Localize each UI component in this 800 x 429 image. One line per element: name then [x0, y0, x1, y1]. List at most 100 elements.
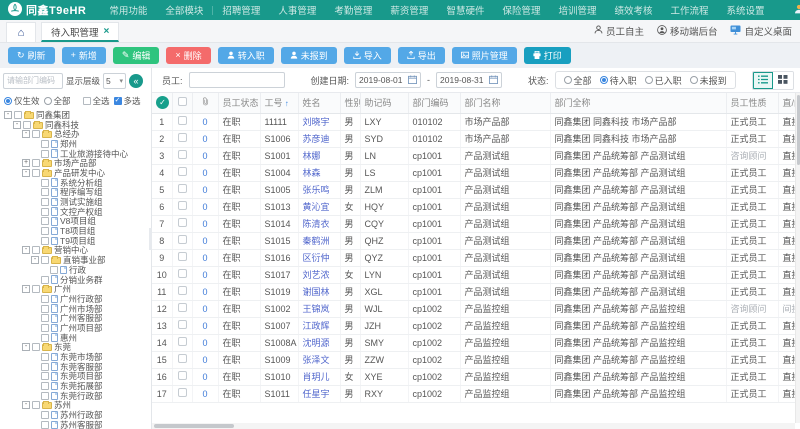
radio-icon[interactable]: [600, 76, 608, 84]
employee-name-link[interactable]: 秦鹤洲: [303, 236, 330, 246]
tree-checkbox[interactable]: [41, 295, 49, 303]
tree-checkbox[interactable]: [23, 121, 31, 129]
collapse-icon[interactable]: -: [22, 401, 30, 409]
attachment-count-link[interactable]: 0: [202, 372, 207, 382]
attachment-count-link[interactable]: 0: [202, 287, 207, 297]
nav-item-11[interactable]: 工作流程: [662, 3, 718, 17]
attachment-count-link[interactable]: 0: [202, 185, 207, 195]
attachment-count-link[interactable]: 0: [202, 338, 207, 348]
employee-name-link[interactable]: 任星宇: [303, 389, 330, 399]
attachment-count-link[interactable]: 0: [202, 253, 207, 263]
collapse-sidebar-button[interactable]: «: [129, 74, 143, 88]
tree-checkbox[interactable]: [41, 217, 49, 225]
nav-item-4[interactable]: 人事管理: [269, 3, 325, 17]
nav-item-10[interactable]: 绩效考核: [605, 3, 661, 17]
row-checkbox[interactable]: [178, 371, 187, 380]
mode-option-多选[interactable]: ✓多选: [114, 95, 141, 107]
attachment-count-link[interactable]: 0: [202, 168, 207, 178]
department-code-input[interactable]: [3, 73, 63, 89]
tree-checkbox[interactable]: [32, 130, 40, 138]
row-checkbox[interactable]: [178, 167, 187, 176]
tree-checkbox[interactable]: [41, 237, 49, 245]
row-checkbox[interactable]: [178, 286, 187, 295]
column-header-助记码[interactable]: 助记码: [360, 93, 408, 113]
column-header-员工状态[interactable]: 员工状态: [218, 93, 260, 113]
tree-checkbox[interactable]: [32, 343, 40, 351]
employee-name-link[interactable]: 黄沁宜: [303, 202, 330, 212]
attachment-count-link[interactable]: 0: [202, 270, 207, 280]
tree-node-分销业务群[interactable]: 分销业务群: [4, 275, 151, 285]
checkbox-icon[interactable]: ✓: [114, 97, 122, 105]
tree-checkbox[interactable]: [14, 111, 22, 119]
horizontal-scrollbar-thumb[interactable]: [154, 424, 234, 428]
row-checkbox[interactable]: [178, 354, 187, 363]
tree-checkbox[interactable]: [41, 227, 49, 235]
column-header-员工性质[interactable]: 员工性质: [726, 93, 778, 113]
employee-name-link[interactable]: 林森: [303, 168, 321, 178]
employee-name-link[interactable]: 沈明源: [303, 338, 330, 348]
radio-icon[interactable]: [690, 76, 698, 84]
horizontal-scrollbar[interactable]: [152, 423, 795, 429]
checkbox-icon[interactable]: [83, 97, 91, 105]
status-option-未报到[interactable]: 未报到: [690, 74, 727, 87]
collapse-icon[interactable]: -: [22, 130, 30, 138]
quick-link-2[interactable]: 移动端后台: [657, 24, 718, 38]
close-icon[interactable]: ×: [104, 26, 110, 37]
tree-checkbox[interactable]: [41, 353, 49, 361]
刷新-button[interactable]: ↻刷新: [8, 47, 55, 64]
column-header-部门编码[interactable]: 部门编码: [408, 93, 460, 113]
tree-checkbox[interactable]: [32, 169, 40, 177]
scope-option-全部[interactable]: 全部: [44, 95, 71, 107]
attachment-count-link[interactable]: 0: [202, 151, 207, 161]
attachment-count-link[interactable]: 0: [202, 202, 207, 212]
tree-checkbox[interactable]: [41, 305, 49, 313]
row-checkbox[interactable]: [178, 337, 187, 346]
nav-item-12[interactable]: 系统设置: [718, 3, 774, 17]
grid-view-button[interactable]: [773, 72, 793, 89]
vertical-scrollbar[interactable]: [795, 93, 800, 423]
tree-checkbox[interactable]: [41, 150, 49, 158]
select-all-button[interactable]: ✓: [156, 96, 169, 109]
nav-item-5[interactable]: 考勤管理: [325, 3, 381, 17]
radio-icon[interactable]: [4, 97, 12, 105]
employee-name-link[interactable]: 肖玥儿: [303, 372, 330, 382]
tree-checkbox[interactable]: [41, 140, 49, 148]
list-view-button[interactable]: [753, 72, 773, 89]
radio-icon[interactable]: [44, 97, 52, 105]
column-header-姓名[interactable]: 姓名: [298, 93, 340, 113]
row-checkbox[interactable]: [178, 303, 187, 312]
row-checkbox[interactable]: [178, 133, 187, 142]
column-header-性别[interactable]: 性别: [340, 93, 360, 113]
scope-option-仅生效[interactable]: 仅生效: [4, 95, 40, 107]
row-checkbox[interactable]: [178, 235, 187, 244]
column-header-工号[interactable]: 工号 ↑: [260, 93, 298, 113]
打印-button[interactable]: 打印: [524, 47, 571, 64]
row-checkbox[interactable]: [178, 150, 187, 159]
tree-checkbox[interactable]: [41, 421, 49, 429]
date-from-input[interactable]: 2019-08-01: [355, 72, 421, 88]
collapse-icon[interactable]: -: [4, 111, 12, 119]
employee-name-link[interactable]: 苏彦迪: [303, 134, 330, 144]
level-select[interactable]: 5 ▾: [103, 73, 126, 89]
home-tab[interactable]: ⌂: [6, 22, 36, 42]
未报到-button[interactable]: 未报到: [281, 47, 337, 64]
nav-item-1[interactable]: 常用功能: [100, 3, 156, 17]
tree-checkbox[interactable]: [41, 179, 49, 187]
编辑-button[interactable]: ✎编辑: [113, 47, 160, 64]
radio-icon[interactable]: [645, 76, 653, 84]
mode-option-全选[interactable]: 全选: [83, 95, 110, 107]
column-header-部门名称[interactable]: 部门名称: [460, 93, 550, 113]
collapse-icon[interactable]: -: [22, 169, 30, 177]
nav-item-7[interactable]: 智慧硬件: [437, 3, 493, 17]
tree-node-苏州客服部[interactable]: 苏州客服部: [4, 420, 151, 429]
status-option-全部[interactable]: 全部: [564, 74, 592, 87]
tree-checkbox[interactable]: [41, 188, 49, 196]
collapse-icon[interactable]: -: [22, 246, 30, 254]
tree-node-广州项目部[interactable]: 广州项目部: [4, 323, 151, 333]
quick-link-1[interactable]: 员工自主: [594, 24, 644, 38]
collapse-icon[interactable]: -: [22, 343, 30, 351]
转入职-button[interactable]: 转入职: [218, 47, 274, 64]
tree-checkbox[interactable]: [41, 198, 49, 206]
nav-item-3[interactable]: 招聘管理: [213, 3, 269, 17]
tree-node-东莞行政部[interactable]: 东莞行政部: [4, 391, 151, 401]
